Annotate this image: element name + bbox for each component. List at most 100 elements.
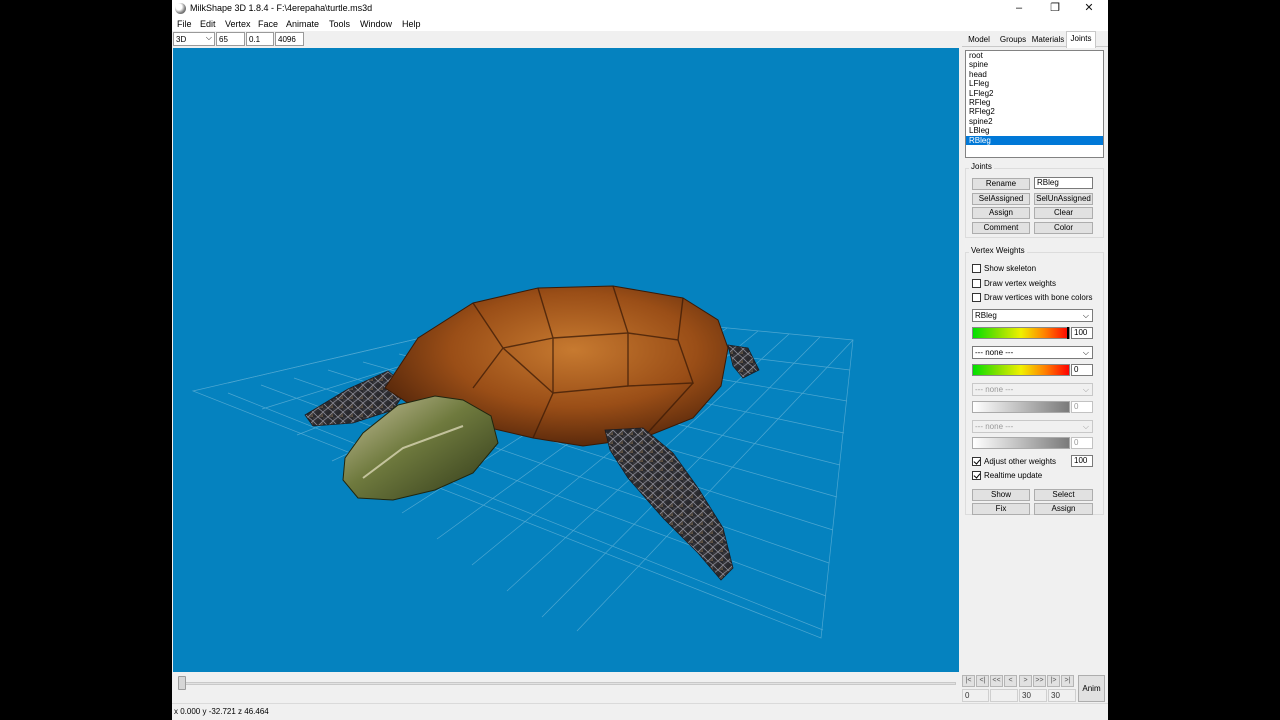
chevron-down-icon: ⌵ (1082, 422, 1089, 431)
prev-frame-button[interactable]: < (1004, 675, 1017, 687)
joint-list[interactable]: root spine head LFleg LFleg2 RFleg RFleg… (965, 50, 1104, 158)
view-mode-select[interactable]: 3D ⌵ (173, 32, 215, 46)
maximize-button[interactable]: ❐ (1038, 0, 1072, 17)
current-frame-field[interactable]: 0 (962, 689, 989, 702)
chevron-down-icon: ⌵ (205, 33, 212, 42)
bone3-select: --- none --- ⌵ (972, 383, 1093, 396)
fix-weights-button[interactable]: Fix (972, 503, 1030, 515)
status-bar: x 0.000 y -32.721 z 46.464 (172, 703, 1108, 720)
animation-timeline (172, 672, 962, 702)
bone1-weight-marker[interactable] (1067, 327, 1069, 339)
adjust-other-weights-checkbox[interactable]: Adjust other weights (972, 456, 1056, 467)
fast-forward-button[interactable]: >> (1033, 675, 1046, 687)
clear-joint-button[interactable]: Clear (1034, 207, 1093, 219)
minimize-button[interactable]: – (1002, 0, 1036, 17)
menu-help[interactable]: Help (402, 19, 421, 29)
color-button[interactable]: Color (1034, 222, 1093, 234)
bone3-weight-field: 0 (1071, 401, 1093, 413)
joint-list-item[interactable]: RFleg2 (966, 107, 1103, 116)
draw-bone-colors-checkbox[interactable]: Draw vertices with bone colors (972, 292, 1092, 303)
joint-name-field[interactable]: RBleg (1034, 177, 1093, 189)
joint-list-item[interactable]: LFleg2 (966, 89, 1103, 98)
bone4-select-value: --- none --- (975, 422, 1014, 431)
milkshape-window: MilkShape 3D 1.8.4 - F:\4erepaha\turtle.… (172, 0, 1108, 720)
bone1-weight-bar[interactable] (972, 327, 1070, 339)
menu-tools[interactable]: Tools (329, 19, 350, 29)
window-title: MilkShape 3D 1.8.4 - F:\4erepaha\turtle.… (190, 3, 373, 13)
select-weights-button[interactable]: Select (1034, 489, 1093, 501)
assign-weights-button[interactable]: Assign (1034, 503, 1093, 515)
draw-vertex-weights-checkbox[interactable]: Draw vertex weights (972, 278, 1056, 289)
chevron-down-icon: ⌵ (1082, 385, 1089, 394)
timeline-slider-thumb[interactable] (178, 676, 186, 690)
joint-list-item[interactable]: root (966, 51, 1103, 60)
bone1-select-value: RBleg (975, 311, 997, 320)
prev-key-button[interactable]: <| (976, 675, 989, 687)
tab-materials[interactable]: Materials (1030, 33, 1066, 47)
sel-unassigned-button[interactable]: SelUnAssigned (1034, 193, 1093, 205)
menu-face[interactable]: Face (258, 19, 278, 29)
assign-joint-button[interactable]: Assign (972, 207, 1030, 219)
bone2-weight-bar[interactable] (972, 364, 1070, 376)
bone1-weight-field[interactable]: 100 (1071, 327, 1093, 339)
next-key-button[interactable]: |> (1047, 675, 1060, 687)
show-skeleton-checkbox[interactable]: Show skeleton (972, 263, 1036, 274)
bone3-weight-bar (972, 401, 1070, 413)
realtime-update-label: Realtime update (984, 471, 1043, 480)
3d-viewport[interactable] (173, 48, 959, 672)
toolbar-field-1[interactable]: 65 (216, 32, 245, 46)
tab-joints[interactable]: Joints (1066, 31, 1096, 48)
tab-groups[interactable]: Groups (996, 33, 1030, 47)
joint-list-item[interactable]: LBleg (966, 126, 1103, 135)
joint-list-item[interactable]: spine2 (966, 117, 1103, 126)
menu-bar: File Edit Vertex Face Animate Tools Wind… (172, 17, 1108, 31)
bone2-select[interactable]: --- none --- ⌵ (972, 346, 1093, 359)
menu-animate[interactable]: Animate (286, 19, 319, 29)
menu-vertex[interactable]: Vertex (225, 19, 251, 29)
checkbox-box-checked (972, 471, 981, 480)
bone4-weight-field: 0 (1071, 437, 1093, 449)
view-mode-value: 3D (176, 35, 187, 44)
last-frame-button[interactable]: >| (1061, 675, 1074, 687)
frame-field-a[interactable]: 30 (1019, 689, 1047, 702)
menu-edit[interactable]: Edit (200, 19, 216, 29)
toolbar-field-3[interactable]: 4096 (275, 32, 304, 46)
anim-toggle-button[interactable]: Anim (1078, 675, 1105, 702)
show-weights-button[interactable]: Show (972, 489, 1030, 501)
comment-button[interactable]: Comment (972, 222, 1030, 234)
joint-list-item[interactable]: spine (966, 60, 1103, 69)
toolbar-field-2[interactable]: 0.1 (246, 32, 274, 46)
rename-button[interactable]: Rename (972, 178, 1030, 190)
frame-field-b[interactable]: 30 (1048, 689, 1076, 702)
checkbox-box-checked (972, 457, 981, 466)
joints-group-title: Joints (969, 162, 994, 171)
bone1-select[interactable]: RBleg ⌵ (972, 309, 1093, 322)
bone4-select: --- none --- ⌵ (972, 420, 1093, 433)
realtime-update-checkbox[interactable]: Realtime update (972, 470, 1042, 481)
vertex-weights-title: Vertex Weights (969, 246, 1027, 255)
bone2-weight-field[interactable]: 0 (1071, 364, 1093, 376)
menu-file[interactable]: File (177, 19, 192, 29)
joint-list-item[interactable]: head (966, 70, 1103, 79)
menu-window[interactable]: Window (360, 19, 392, 29)
draw-vertex-weights-label: Draw vertex weights (984, 279, 1057, 288)
back-right-flipper (727, 344, 760, 379)
adjust-other-weights-label: Adjust other weights (984, 457, 1057, 466)
first-frame-button[interactable]: |< (962, 675, 975, 687)
joint-list-item[interactable]: RFleg (966, 98, 1103, 107)
joint-list-item[interactable]: LFleg (966, 79, 1103, 88)
scene-render (191, 285, 854, 639)
timeline-track[interactable] (180, 682, 956, 685)
toolbar: 3D ⌵ 65 0.1 4096 (172, 31, 962, 47)
adjust-other-weights-field[interactable]: 100 (1071, 455, 1093, 467)
bone3-select-value: --- none --- (975, 385, 1014, 394)
sel-assigned-button[interactable]: SelAssigned (972, 193, 1030, 205)
frame-field-blank[interactable] (990, 689, 1018, 702)
next-frame-button[interactable]: > (1019, 675, 1032, 687)
title-bar: MilkShape 3D 1.8.4 - F:\4erepaha\turtle.… (172, 0, 1108, 17)
joint-list-item-selected[interactable]: RBleg (966, 135, 1103, 145)
tab-model[interactable]: Model (963, 33, 995, 47)
close-button[interactable]: ✕ (1072, 0, 1106, 17)
rewind-button[interactable]: << (990, 675, 1003, 687)
panel-tabs: Model Groups Materials Joints (962, 31, 1108, 48)
